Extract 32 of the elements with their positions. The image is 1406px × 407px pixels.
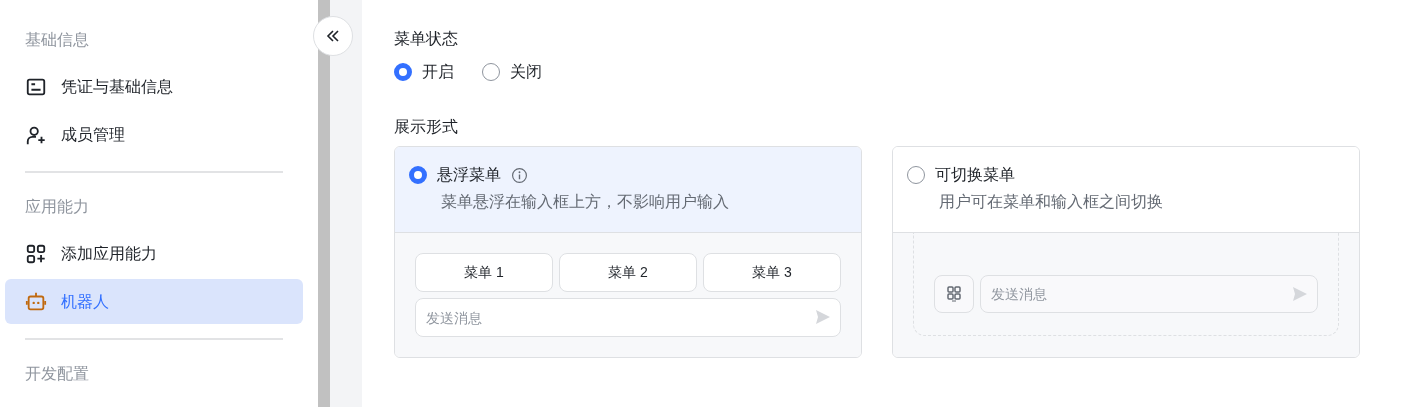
- radio-button[interactable]: [482, 63, 500, 81]
- option-description: 用户可在菜单和输入框之间切换: [938, 192, 1164, 212]
- radio-button[interactable]: [907, 166, 925, 184]
- radio-button[interactable]: [394, 63, 412, 81]
- sidebar-item[interactable]: 凭证与基础信息: [5, 64, 303, 109]
- message-input[interactable]: 发送消息: [980, 275, 1318, 313]
- scrollbar[interactable]: [318, 0, 330, 407]
- field-label: 菜单状态: [394, 29, 459, 49]
- radio-option[interactable]: 开启: [394, 60, 454, 84]
- info-icon[interactable]: [511, 166, 528, 184]
- menu-button[interactable]: 菜单 1: [415, 253, 553, 292]
- section-heading: 开发配置: [24, 364, 90, 384]
- double-chevron-left-icon: [325, 28, 341, 44]
- grid-icon: [947, 286, 961, 302]
- radio-option[interactable]: 关闭: [482, 60, 542, 84]
- option-card[interactable]: 可切换菜单 用户可在菜单和输入框之间切换 发送消息: [892, 146, 1360, 358]
- section-heading: 基础信息: [24, 30, 90, 50]
- sidebar-item[interactable]: 成员管理: [5, 112, 303, 157]
- message-input[interactable]: 发送消息: [415, 298, 841, 337]
- section-heading: 应用能力: [24, 197, 90, 217]
- menu-button[interactable]: 菜单 3: [703, 253, 841, 292]
- menu-toggle-button[interactable]: [934, 275, 974, 313]
- robot-icon: [25, 290, 47, 313]
- option-description: 菜单悬浮在输入框上方，不影响用户输入: [440, 192, 730, 212]
- radio-button[interactable]: [409, 166, 427, 184]
- field-label: 展示形式: [394, 117, 459, 137]
- option-card[interactable]: 悬浮菜单 菜单悬浮在输入框上方，不影响用户输入 菜单 1 菜单 2 菜单 3 发送消息: [394, 146, 862, 358]
- option-title: 可切换菜单: [935, 165, 1015, 185]
- grid-add-icon: [25, 242, 47, 265]
- option-title: 悬浮菜单: [437, 165, 501, 185]
- menu-button[interactable]: 菜单 2: [559, 253, 697, 292]
- sidebar-item[interactable]: 添加应用能力: [5, 231, 303, 276]
